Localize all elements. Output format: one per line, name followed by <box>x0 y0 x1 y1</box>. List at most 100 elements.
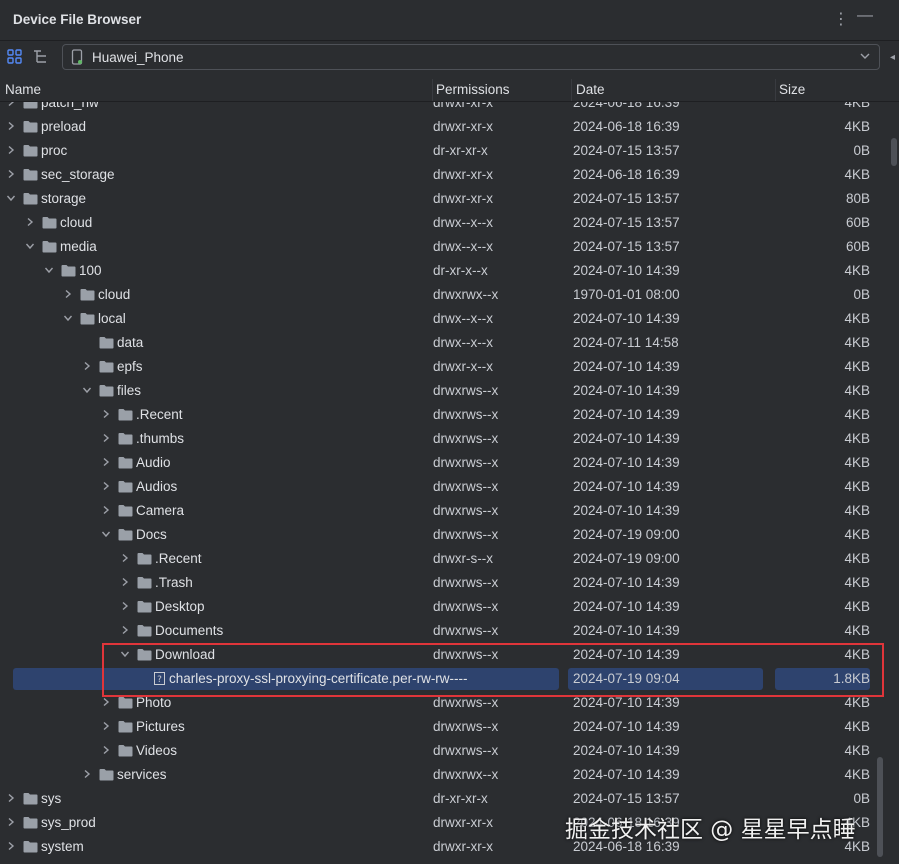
column-separator[interactable] <box>571 79 572 101</box>
folder-row[interactable]: Pictures drwxrws--x 2024-07-10 14:39 4KB <box>0 715 890 739</box>
chevron-right-icon[interactable] <box>25 217 35 227</box>
file-row[interactable]: ? charles-proxy-ssl-proxying-certificate.… <box>0 667 890 691</box>
group-icon[interactable] <box>4 46 26 68</box>
chevron-right-icon[interactable] <box>120 553 130 563</box>
chevron-right-icon[interactable] <box>6 121 16 131</box>
folder-row[interactable]: Videos drwxrws--x 2024-07-10 14:39 4KB <box>0 739 890 763</box>
folder-row[interactable]: Docs drwxrws--x 2024-07-19 09:00 4KB <box>0 523 890 547</box>
row-permissions: drwxrws--x <box>433 479 499 494</box>
chevron-right-icon[interactable] <box>101 481 111 491</box>
folder-row[interactable]: cloud drwx--x--x 2024-07-15 13:57 60B <box>0 211 890 235</box>
chevron-right-icon[interactable] <box>120 625 130 635</box>
row-name: cloud <box>98 287 131 302</box>
folder-row[interactable]: Photo drwxrws--x 2024-07-10 14:39 4KB <box>0 691 890 715</box>
folder-row[interactable]: Documents drwxrws--x 2024-07-10 14:39 4KB <box>0 619 890 643</box>
chevron-right-icon[interactable] <box>101 721 111 731</box>
tree-icon[interactable] <box>30 46 52 68</box>
row-date: 2024-07-10 14:39 <box>573 767 680 782</box>
folder-row[interactable]: media drwx--x--x 2024-07-15 13:57 60B <box>0 235 890 259</box>
row-permissions: drwxrws--x <box>433 575 499 590</box>
chevron-right-icon[interactable] <box>101 433 111 443</box>
folder-row[interactable]: preload drwxr-xr-x 2024-06-18 16:39 4KB <box>0 115 890 139</box>
chevron-right-icon[interactable] <box>6 793 16 803</box>
chevron-down-icon[interactable] <box>120 649 130 659</box>
folder-row[interactable]: Desktop drwxrws--x 2024-07-10 14:39 4KB <box>0 595 890 619</box>
folder-row[interactable]: sec_storage drwxr-xr-x 2024-06-18 16:39 4KB <box>0 163 890 187</box>
column-name[interactable]: Name <box>5 82 41 97</box>
row-permissions: drwxrws--x <box>433 431 499 446</box>
row-date: 2024-07-10 14:39 <box>573 431 680 446</box>
row-permissions: drwxrws--x <box>433 455 499 470</box>
chevron-right-icon[interactable] <box>6 169 16 179</box>
column-date[interactable]: Date <box>576 82 605 97</box>
folder-row[interactable]: .Trash drwxrws--x 2024-07-10 14:39 4KB <box>0 571 890 595</box>
row-date: 2024-07-10 14:39 <box>573 743 680 758</box>
chevron-right-icon[interactable] <box>120 601 130 611</box>
chevron-right-icon[interactable] <box>6 817 16 827</box>
more-vertical-icon[interactable]: ⋮ <box>833 9 849 29</box>
folder-row[interactable]: data drwx--x--x 2024-07-11 14:58 4KB <box>0 331 890 355</box>
row-date: 2024-06-18 16:39 <box>573 167 680 182</box>
chevron-right-icon[interactable] <box>101 457 111 467</box>
column-separator[interactable] <box>432 79 433 101</box>
folder-row[interactable]: Camera drwxrws--x 2024-07-10 14:39 4KB <box>0 499 890 523</box>
folder-row[interactable]: .thumbs drwxrws--x 2024-07-10 14:39 4KB <box>0 427 890 451</box>
chevron-right-icon[interactable] <box>82 361 92 371</box>
device-dropdown[interactable]: Huawei_Phone <box>62 44 880 70</box>
row-permissions: dr-xr-xr-x <box>433 791 488 806</box>
row-permissions: drwxr-xr-x <box>433 167 493 182</box>
row-permissions: dr-xr-xr-x <box>433 143 488 158</box>
chevron-down-icon[interactable] <box>6 193 16 203</box>
column-separator[interactable] <box>775 79 776 101</box>
folder-row[interactable]: patch_hw drwxr-xr-x 2024-06-18 16:39 4KB <box>0 102 890 115</box>
chevron-right-icon[interactable] <box>82 769 92 779</box>
chevron-right-icon[interactable] <box>6 102 16 107</box>
folder-icon <box>118 481 133 493</box>
folder-row[interactable]: proc dr-xr-xr-x 2024-07-15 13:57 0B <box>0 139 890 163</box>
folder-row[interactable]: Audio drwxrws--x 2024-07-10 14:39 4KB <box>0 451 890 475</box>
folder-row[interactable]: .Recent drwxr-s--x 2024-07-19 09:00 4KB <box>0 547 890 571</box>
chevron-right-icon[interactable] <box>101 409 111 419</box>
chevron-right-icon[interactable] <box>101 697 111 707</box>
row-date: 2024-07-15 13:57 <box>573 215 680 230</box>
folder-row[interactable]: sys dr-xr-xr-x 2024-07-15 13:57 0B <box>0 787 890 811</box>
folder-icon <box>23 841 38 853</box>
unknown-file-icon: ? <box>154 672 165 685</box>
folder-row[interactable]: services drwxrwx--x 2024-07-10 14:39 4KB <box>0 763 890 787</box>
chevron-right-icon[interactable] <box>101 745 111 755</box>
folder-icon <box>118 721 133 733</box>
chevron-right-icon[interactable] <box>120 577 130 587</box>
chevron-right-icon[interactable] <box>63 289 73 299</box>
chevron-left-icon[interactable]: ◂ <box>890 52 895 63</box>
column-size[interactable]: Size <box>779 82 805 97</box>
row-size: 4KB <box>844 431 870 446</box>
vertical-scrollbar-thumb[interactable] <box>877 757 883 857</box>
row-size: 4KB <box>844 599 870 614</box>
chevron-down-icon[interactable] <box>44 265 54 275</box>
row-name: proc <box>41 143 68 158</box>
minimize-icon[interactable]: — <box>857 7 873 25</box>
folder-icon <box>80 289 95 301</box>
row-name: storage <box>41 191 87 206</box>
folder-row[interactable]: files drwxrws--x 2024-07-10 14:39 4KB <box>0 379 890 403</box>
chevron-right-icon[interactable] <box>6 145 16 155</box>
row-permissions: drwxrws--x <box>433 503 499 518</box>
folder-row[interactable]: 100 dr-xr-x--x 2024-07-10 14:39 4KB <box>0 259 890 283</box>
chevron-right-icon[interactable] <box>6 841 16 851</box>
folder-row[interactable]: Audios drwxrws--x 2024-07-10 14:39 4KB <box>0 475 890 499</box>
chevron-down-icon[interactable] <box>63 313 73 323</box>
horizontal-scroll-thumb[interactable] <box>891 138 897 166</box>
chevron-right-icon[interactable] <box>101 505 111 515</box>
folder-icon <box>23 193 38 205</box>
folder-row[interactable]: .Recent drwxrws--x 2024-07-10 14:39 4KB <box>0 403 890 427</box>
folder-row[interactable]: local drwx--x--x 2024-07-10 14:39 4KB <box>0 307 890 331</box>
folder-row[interactable]: Download drwxrws--x 2024-07-10 14:39 4KB <box>0 643 890 667</box>
column-permissions[interactable]: Permissions <box>436 82 510 97</box>
folder-row[interactable]: epfs drwxr-x--x 2024-07-10 14:39 4KB <box>0 355 890 379</box>
folder-row[interactable]: cloud drwxrwx--x 1970-01-01 08:00 0B <box>0 283 890 307</box>
folder-row[interactable]: storage drwxr-xr-x 2024-07-15 13:57 80B <box>0 187 890 211</box>
chevron-down-icon[interactable] <box>25 241 35 251</box>
chevron-down-icon[interactable] <box>101 529 111 539</box>
chevron-down-icon[interactable] <box>82 385 92 395</box>
row-size: 4KB <box>844 407 870 422</box>
